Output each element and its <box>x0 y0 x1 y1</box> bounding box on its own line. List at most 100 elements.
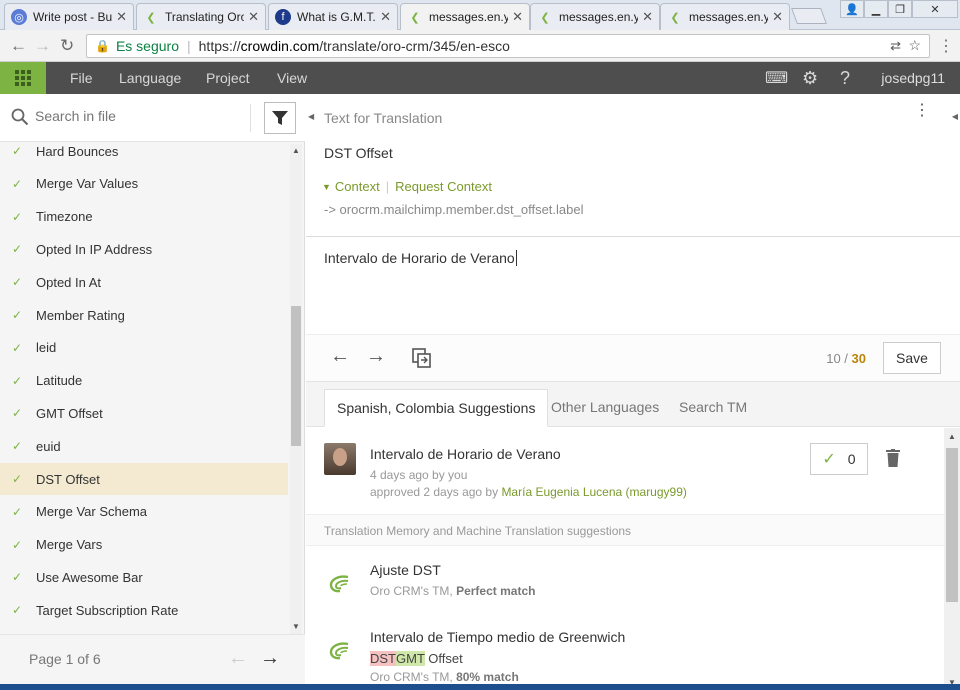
approved-check-icon: ✓ <box>12 439 23 454</box>
more-options-icon[interactable]: ⋮ <box>914 103 930 119</box>
string-item[interactable]: ✓ Opted In IP Address <box>0 233 288 265</box>
string-item[interactable]: ✓ Timezone <box>0 201 288 233</box>
translation-textarea[interactable]: Intervalo de Horario de Verano <box>324 250 517 266</box>
close-icon[interactable]: ✕ <box>512 9 523 25</box>
tab-other-languages[interactable]: Other Languages <box>539 389 671 427</box>
forward-icon[interactable]: → <box>34 36 51 56</box>
strings-scrollbar[interactable]: ▲ ▼ <box>290 144 302 634</box>
string-item-label: Merge Var Schema <box>36 504 148 520</box>
string-item[interactable]: ✓ Opted In At <box>0 266 288 298</box>
string-item[interactable]: ✓ Merge Var Schema <box>0 496 288 528</box>
string-item[interactable]: ✓ Member Rating <box>0 299 288 331</box>
help-icon[interactable]: ? <box>840 68 850 89</box>
tab-search-tm[interactable]: Search TM <box>667 389 759 427</box>
close-window-icon[interactable]: ✕ <box>912 0 958 18</box>
context-key: -> orocrm.mailchimp.member.dst_offset.la… <box>324 202 584 217</box>
context-toggle[interactable]: Context <box>335 179 380 194</box>
tab-spanish-colombia-suggestions[interactable]: Spanish, Colombia Suggestions <box>324 389 549 427</box>
gear-icon[interactable]: ⚙ <box>802 68 818 89</box>
divider <box>306 236 960 237</box>
next-page-icon[interactable]: → <box>260 647 280 670</box>
secure-label: Es seguro <box>115 38 179 54</box>
window-controls: 👤 ▁ ❐ ✕ <box>840 0 958 20</box>
filter-button[interactable] <box>264 102 296 134</box>
string-item-label: Latitude <box>36 373 83 389</box>
string-item-label: GMT Offset <box>36 405 103 421</box>
string-item[interactable]: ✓ Latitude <box>0 365 288 397</box>
scroll-up-icon[interactable]: ▲ <box>948 432 956 441</box>
string-item[interactable]: ✓ Use Awesome Bar <box>0 561 288 593</box>
string-item[interactable]: ✓ Merge Var Values <box>0 168 288 200</box>
close-icon[interactable]: ✕ <box>642 9 653 25</box>
apps-grid-button[interactable] <box>0 62 46 94</box>
tm-suggestion-text[interactable]: Ajuste DST <box>370 562 441 578</box>
tm-suggestion-source: Oro CRM's TM, 80% match <box>370 670 519 684</box>
string-item[interactable]: ✓ Hard Bounces <box>0 135 288 167</box>
scroll-down-icon[interactable]: ▼ <box>292 622 300 631</box>
suggestions-scrollbar[interactable]: ▲ ▼ <box>944 428 960 690</box>
restore-icon[interactable]: ❐ <box>888 0 912 18</box>
browser-tab[interactable]: f What is G.M.T. ✕ <box>268 3 398 30</box>
string-item[interactable]: ✓ euid <box>0 430 288 462</box>
approver-link[interactable]: María Eugenia Lucena (marugy99) <box>501 485 686 499</box>
crowdin-icon: ❮ <box>540 11 550 24</box>
address-bar: ← → ↻ 🔒 Es seguro | https://crowdin.com/… <box>0 30 960 62</box>
tab-label: messages.en.y <box>559 10 639 24</box>
menu-view[interactable]: View <box>277 70 307 86</box>
close-icon[interactable]: ✕ <box>248 9 259 25</box>
scroll-thumb[interactable] <box>291 306 301 446</box>
minimize-icon[interactable]: ▁ <box>864 0 888 18</box>
menu-language[interactable]: Language <box>119 70 181 86</box>
browser-tab[interactable]: ◎ Write post - Bu ✕ <box>4 3 134 30</box>
reload-icon[interactable]: ↻ <box>60 36 74 56</box>
close-icon[interactable]: ✕ <box>116 9 127 25</box>
copy-source-icon[interactable] <box>412 348 432 368</box>
filter-icon <box>272 111 288 125</box>
keyboard-icon[interactable]: ⌨ <box>765 68 788 88</box>
tm-suggestion-text[interactable]: Intervalo de Tiempo medio de Greenwich <box>370 629 625 645</box>
scroll-thumb[interactable] <box>946 448 958 602</box>
string-item-label: Merge Var Values <box>36 176 139 192</box>
menu-file[interactable]: File <box>70 70 93 86</box>
previous-string-icon[interactable]: ← <box>330 345 350 368</box>
string-item-label: Opted In At <box>36 274 102 290</box>
suggestion-text[interactable]: Intervalo de Horario de Verano <box>370 446 561 462</box>
vote-button[interactable]: ✓ 0 <box>810 443 868 475</box>
menu-project[interactable]: Project <box>206 70 250 86</box>
string-item[interactable]: ✓ Merge Vars <box>0 529 288 561</box>
browser-tab-active[interactable]: ❮ messages.en.y ✕ <box>400 3 530 30</box>
translate-icon[interactable]: ⇄ <box>890 38 901 54</box>
save-button[interactable]: Save <box>883 342 941 374</box>
tm-source-prefix: Oro CRM's TM, <box>370 584 457 598</box>
globe-icon: f <box>275 9 291 25</box>
url-field[interactable]: 🔒 Es seguro | https://crowdin.com/transl… <box>86 34 930 58</box>
search-input[interactable] <box>35 108 235 124</box>
avatar <box>324 443 356 475</box>
next-string-icon[interactable]: → <box>366 345 386 368</box>
collapse-right-icon[interactable]: ◀ <box>952 112 958 121</box>
string-item[interactable]: ✓ leid <box>0 332 288 364</box>
browser-menu-icon[interactable]: ⋮ <box>938 36 954 56</box>
browser-tab[interactable]: ❮ Translating Oro ✕ <box>136 3 266 30</box>
string-item[interactable]: ✓ Target Subscription Rate <box>0 594 288 626</box>
browser-tab[interactable]: ❮ messages.en.y ✕ <box>530 3 660 30</box>
counter-current: 10 <box>826 351 841 366</box>
star-icon[interactable]: ☆ <box>908 37 921 54</box>
context-row: ▼ Context | Request Context <box>322 179 492 194</box>
back-icon[interactable]: ← <box>10 36 27 56</box>
prev-page-icon[interactable]: ← <box>228 647 248 670</box>
approved-check-icon: ✓ <box>12 504 23 519</box>
tab-label: messages.en.y <box>429 10 509 24</box>
collapse-left-icon[interactable]: ◀ <box>308 112 314 121</box>
request-context-link[interactable]: Request Context <box>395 179 492 194</box>
close-icon[interactable]: ✕ <box>380 9 391 25</box>
scroll-up-icon[interactable]: ▲ <box>292 146 300 155</box>
user-name[interactable]: josedpg11 <box>881 70 945 86</box>
string-item-selected[interactable]: ✓ DST Offset <box>0 463 288 495</box>
trash-icon[interactable] <box>886 449 900 467</box>
string-item[interactable]: ✓ GMT Offset <box>0 397 288 429</box>
user-icon[interactable]: 👤 <box>840 0 864 18</box>
browser-tab[interactable]: ❮ messages.en.y ✕ <box>660 3 790 30</box>
close-icon[interactable]: ✕ <box>772 9 783 25</box>
new-tab-button[interactable] <box>791 8 827 24</box>
